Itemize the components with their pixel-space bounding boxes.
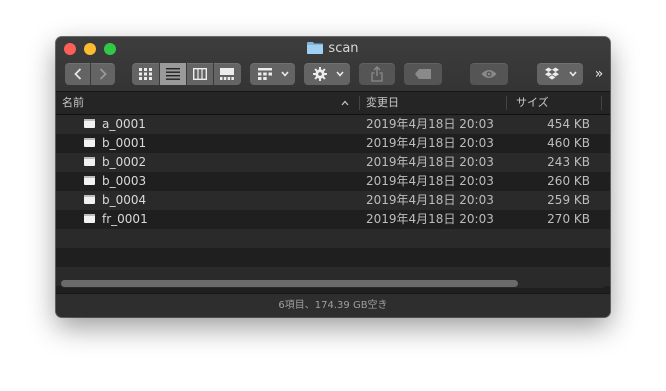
status-bar: 6項目、174.39 GB空き (56, 293, 610, 317)
chevron-down-icon (281, 71, 289, 77)
chevron-down-icon (569, 71, 577, 77)
empty-row (56, 248, 610, 267)
tag-icon (415, 69, 431, 79)
quicklook-button[interactable] (470, 63, 508, 85)
file-row[interactable]: a_0001 2019年4月18日 20:03 454 KB (56, 115, 610, 134)
group-button[interactable] (250, 63, 295, 85)
file-row[interactable]: b_0004 2019年4月18日 20:03 259 KB (56, 191, 610, 210)
share-icon (371, 66, 383, 82)
folder-icon (307, 41, 324, 59)
quicklook-icon (481, 70, 497, 78)
file-name: b_0002 (102, 155, 147, 169)
file-size: 460 KB (547, 136, 590, 150)
gear-icon (313, 67, 327, 81)
column-view-icon[interactable] (193, 68, 207, 80)
file-name: fr_0001 (102, 212, 148, 226)
title-bar: scan » (56, 37, 610, 92)
finder-window: scan » 名前 変更日 サイズ a_0001 2019年4月18日 20:0… (56, 37, 610, 317)
file-icon (84, 214, 95, 223)
file-name: b_0004 (102, 193, 147, 207)
horizontal-scrollbar[interactable] (60, 279, 606, 288)
action-button[interactable] (304, 63, 350, 85)
grid-view-icon[interactable] (139, 68, 152, 80)
file-date: 2019年4月18日 20:03 (366, 212, 494, 226)
dropbox-icon (545, 67, 559, 80)
file-row[interactable]: b_0002 2019年4月18日 20:03 243 KB (56, 153, 610, 172)
file-row[interactable]: fr_0001 2019年4月18日 20:03 270 KB (56, 210, 610, 229)
back-icon[interactable] (74, 68, 82, 80)
file-icon (84, 138, 95, 147)
file-icon (84, 176, 95, 185)
file-icon (84, 195, 95, 204)
file-size: 259 KB (547, 193, 590, 207)
toolbar-overflow-button[interactable]: » (591, 63, 607, 85)
chevron-down-icon (336, 71, 344, 77)
file-row[interactable]: b_0003 2019年4月18日 20:03 260 KB (56, 172, 610, 191)
dropbox-button[interactable] (537, 63, 583, 85)
file-size: 270 KB (547, 212, 590, 226)
sort-ascending-icon (341, 100, 349, 106)
file-icon (84, 119, 95, 128)
scroll-thumb[interactable] (61, 280, 518, 287)
file-size: 243 KB (547, 155, 590, 169)
column-size-header[interactable]: サイズ (516, 92, 549, 114)
file-row[interactable]: b_0001 2019年4月18日 20:03 460 KB (56, 134, 610, 153)
file-size: 260 KB (547, 174, 590, 188)
file-icon (84, 157, 95, 166)
nav-buttons (65, 63, 115, 85)
column-date-header[interactable]: 変更日 (366, 92, 399, 114)
file-name: b_0001 (102, 136, 147, 150)
status-text: 6項目、174.39 GB空き (278, 300, 388, 311)
file-date: 2019年4月18日 20:03 (366, 174, 494, 188)
column-name-header[interactable]: 名前 (62, 92, 84, 114)
file-date: 2019年4月18日 20:03 (366, 117, 494, 131)
file-size: 454 KB (547, 117, 590, 131)
file-list: a_0001 2019年4月18日 20:03 454 KB b_0001 20… (56, 115, 610, 286)
column-header: 名前 変更日 サイズ (56, 92, 610, 115)
file-name: a_0001 (102, 117, 146, 131)
window-title-area: scan (56, 41, 610, 57)
list-view-icon[interactable] (166, 68, 180, 80)
forward-icon[interactable] (99, 68, 107, 80)
file-date: 2019年4月18日 20:03 (366, 193, 494, 207)
file-date: 2019年4月18日 20:03 (366, 155, 494, 169)
group-icon (258, 68, 272, 80)
window-title: scan (328, 41, 359, 56)
view-mode-control (132, 63, 241, 85)
share-button[interactable] (359, 63, 395, 85)
file-name: b_0003 (102, 174, 147, 188)
file-date: 2019年4月18日 20:03 (366, 136, 494, 150)
gallery-view-icon[interactable] (220, 68, 234, 80)
empty-row (56, 229, 610, 248)
tag-button[interactable] (404, 63, 442, 85)
